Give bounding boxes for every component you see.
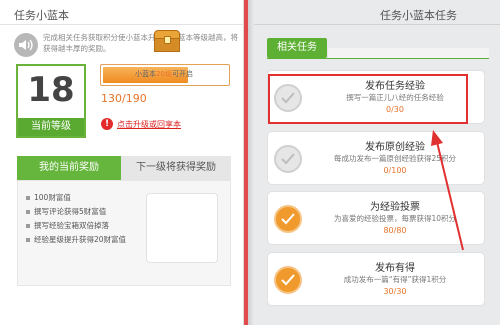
- arrow-icon: [431, 130, 464, 251]
